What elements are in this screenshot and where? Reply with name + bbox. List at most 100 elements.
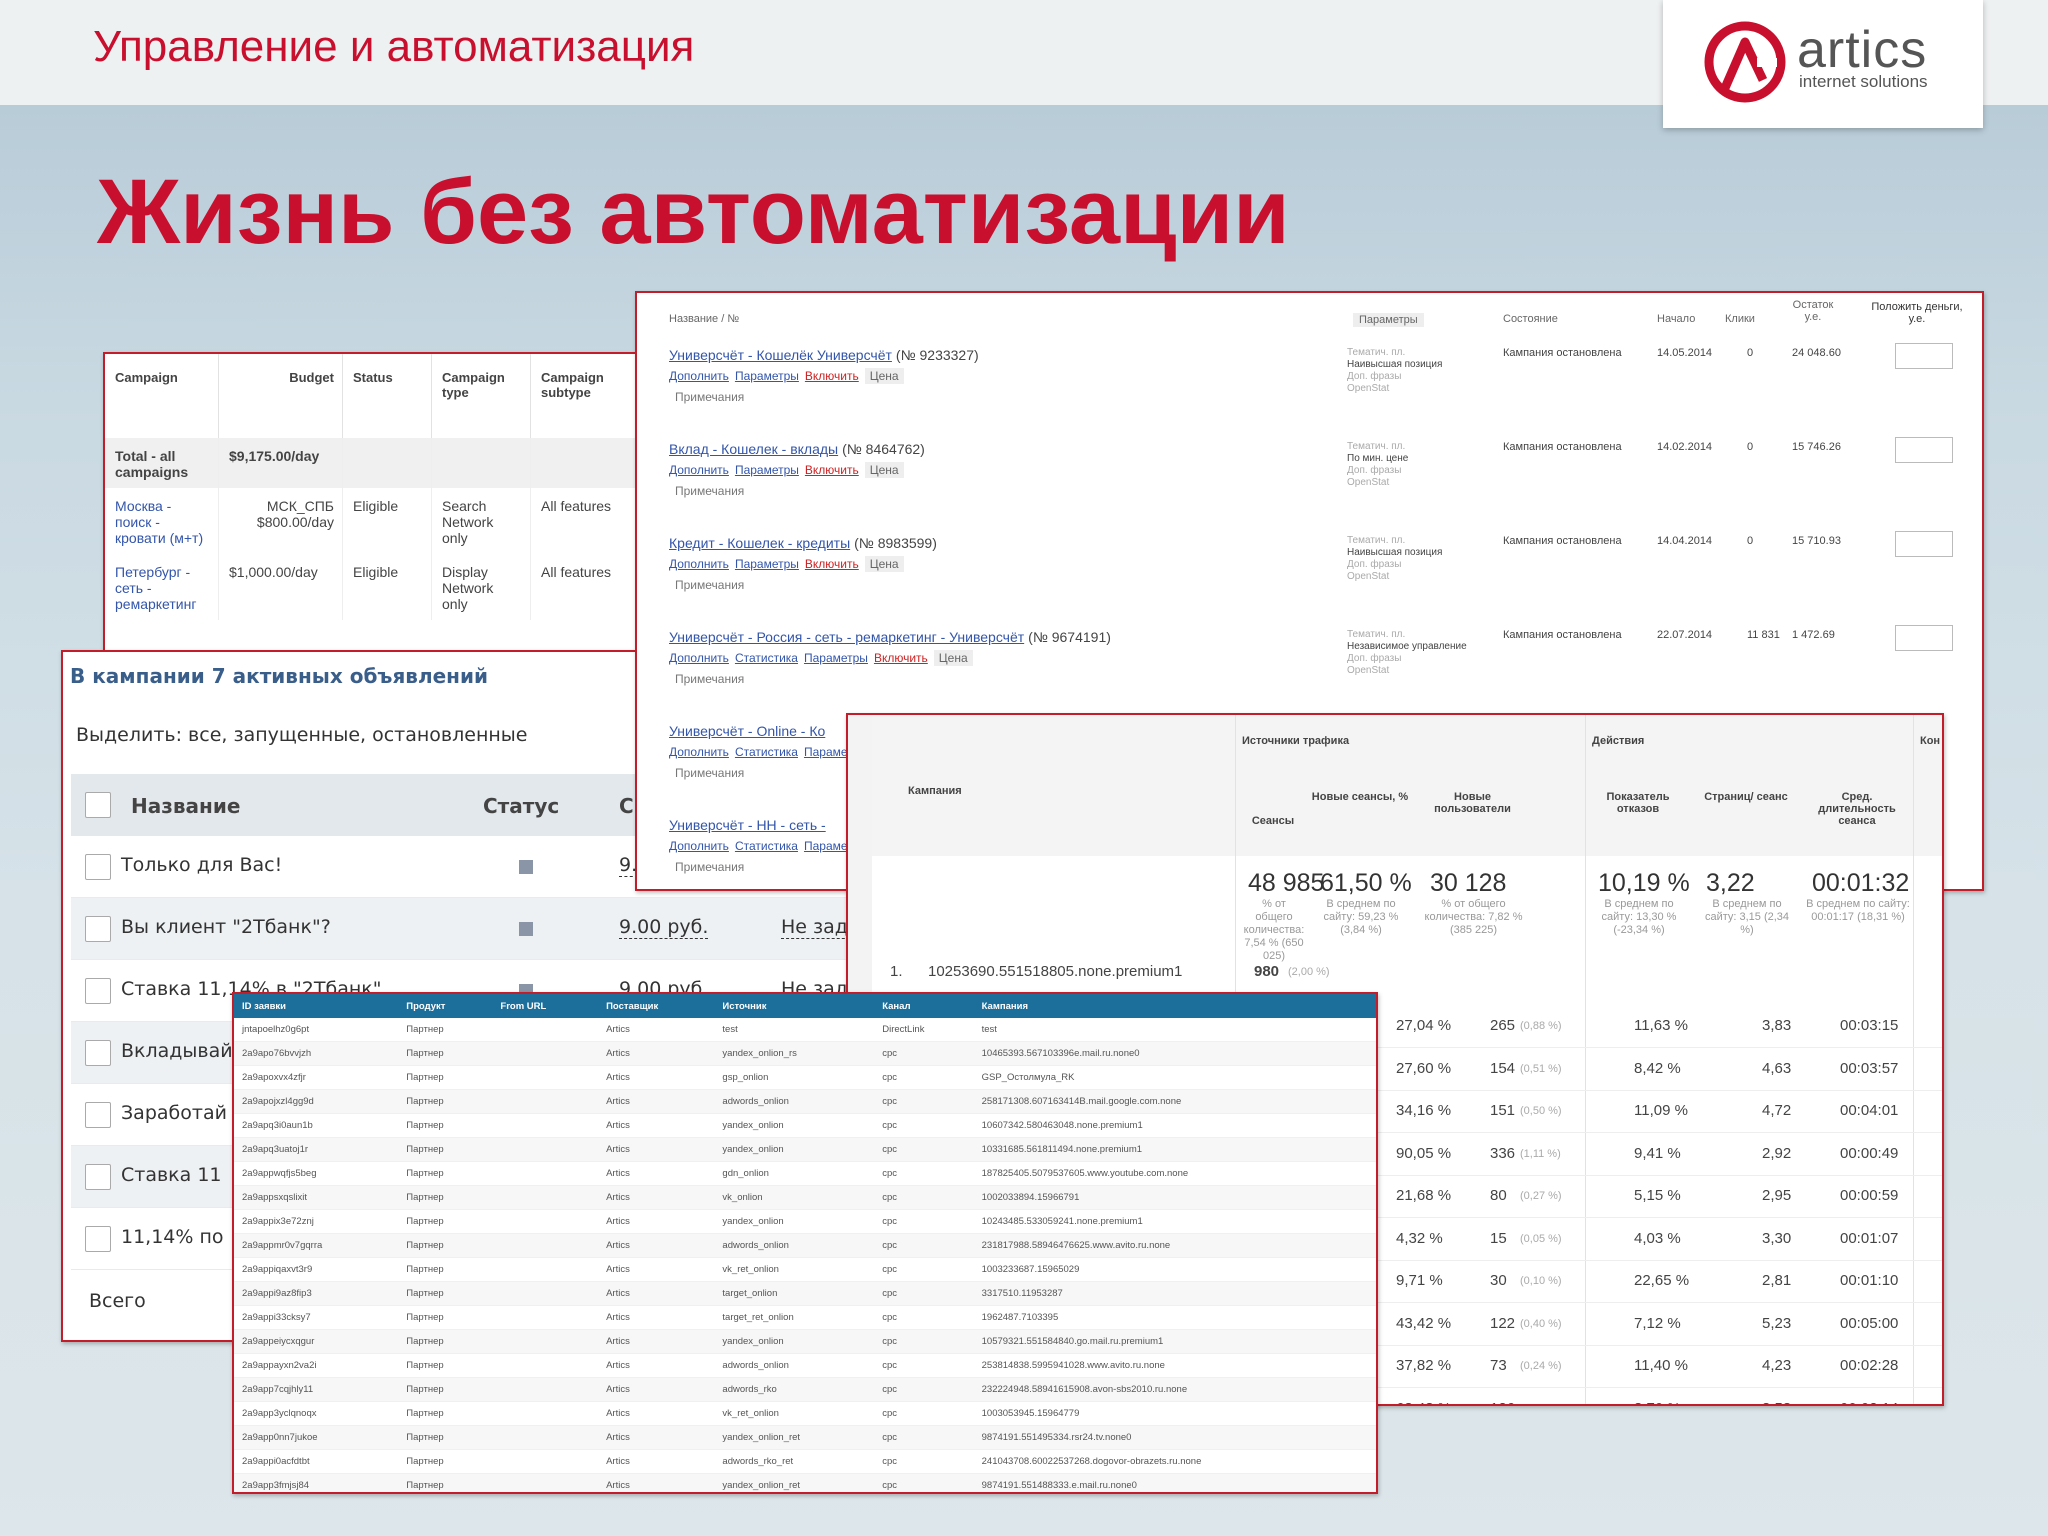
notes-button[interactable]: Примечания [675,578,744,592]
add-link[interactable]: Дополнить [669,369,729,383]
ad-name[interactable]: Вкладывай [121,1040,233,1062]
price-button[interactable]: Цена [933,650,973,666]
leads-col-header[interactable]: From URL [492,994,599,1018]
col-budget[interactable]: Budget [218,354,343,438]
table-cell: Партнер [398,1161,493,1186]
deposit-input[interactable] [1895,531,1953,557]
ad-name[interactable]: Только для Вас! [121,854,282,876]
ad-checkbox[interactable] [85,1040,111,1066]
leads-col-header[interactable]: Канал [874,994,974,1018]
leads-col-header[interactable]: ID заявки [234,994,399,1018]
campaign-link[interactable]: Москва - поиск - кровати (м+т) [115,498,203,546]
leads-col-header[interactable]: Кампания [973,994,1376,1018]
table-cell: 1003053945.15964779 [973,1401,1376,1426]
new-users-pct: (0,24 %) [1520,1360,1562,1372]
ads-total: Всего [89,1290,146,1312]
new-sessions-cell: 37,82 % [1396,1357,1452,1374]
ad-checkbox[interactable] [85,1164,111,1190]
ad-name[interactable]: Заработай [121,1102,227,1124]
params-link[interactable]: Параметры [735,463,799,477]
table-cell: Artics [598,1233,715,1258]
ad-checkbox[interactable] [85,978,111,1004]
campaign-name[interactable]: 10253690.551518805.none.premium1 [928,963,1182,980]
notes-button[interactable]: Примечания [675,766,744,780]
notes-button[interactable]: Примечания [675,860,744,874]
col-params[interactable]: Параметры [1353,313,1424,327]
artics-logo-icon [1704,21,1786,103]
table-cell: Artics [598,1377,715,1402]
campaign-actions: Дополнить Статистика Параметры Включить Цена [669,650,979,666]
campaign-link[interactable]: Вклад - Кошелек - вклады [669,441,838,457]
table-cell: 2a9apq3uatoj1r [234,1137,399,1162]
params-link[interactable]: Параметры [804,651,868,665]
ad-checkbox[interactable] [85,916,111,942]
ad-name[interactable]: 11,14% по [121,1226,224,1248]
campaign-link[interactable]: Универсчёт - Кошелёк Универсчёт [669,347,892,363]
enable-link[interactable]: Включить [874,651,928,665]
ad-checkbox[interactable] [85,1226,111,1252]
campaign-link[interactable]: Универсчёт - НН - сеть - [669,817,826,833]
metric-header[interactable]: Новые сеансы, % [1310,791,1410,803]
metric-header[interactable]: Новые пользователи [1420,791,1525,815]
add-link[interactable]: Дополнить [669,745,729,759]
campaign-link[interactable]: Кредит - Кошелек - кредиты [669,535,850,551]
leads-col-header[interactable]: Поставщик [598,994,715,1018]
col-name[interactable]: Название [131,794,240,818]
new-users-pct: (0,50 %) [1520,1105,1562,1117]
price-button[interactable]: Цена [864,556,904,572]
metric-header[interactable]: Показатель отказов [1588,791,1688,815]
table-cell [492,1353,599,1378]
price-button[interactable]: Цена [864,368,904,384]
ad-name[interactable]: Вы клиент "2Тбанк"? [121,916,331,938]
metric-header[interactable]: Сеансы [1238,815,1308,827]
add-link[interactable]: Дополнить [669,839,729,853]
table-cell: test [714,1018,875,1042]
col-status[interactable]: Статус [483,794,559,818]
campaign-number: (№ 9674191) [1028,629,1111,645]
enable-link[interactable]: Включить [805,369,859,383]
col-campaign-type[interactable]: Campaign type [431,354,531,438]
params-link[interactable]: Параметры [735,369,799,383]
stats-link[interactable]: Статистика [735,745,798,759]
notes-button[interactable]: Примечания [675,484,744,498]
ad-name[interactable]: Ставка 11 [121,1164,222,1186]
campaign-params: Тематич. пл. Независимое управление Доп. ф… [1347,629,1487,677]
deposit-input[interactable] [1895,625,1953,651]
add-link[interactable]: Дополнить [669,651,729,665]
campaign-link[interactable]: Универсчёт - Россия - сеть - ремаркетинг… [669,629,1024,645]
enable-link[interactable]: Включить [805,557,859,571]
campaign-link[interactable]: Петербург - сеть - ремаркетинг [115,564,196,612]
ad-checkbox[interactable] [85,1102,111,1128]
ads-select-filter[interactable]: Выделить: все, запущенные, остановленные [76,724,527,746]
add-link[interactable]: Дополнить [669,557,729,571]
ad-checkbox[interactable] [85,854,111,880]
params-link[interactable]: Параметры [735,557,799,571]
price-button[interactable]: Цена [864,462,904,478]
leads-panel: ID заявки Продукт From URL Поставщик Источни… [232,992,1378,1494]
metric-header[interactable]: Сред. длительность сеанса [1802,791,1912,827]
add-link[interactable]: Дополнить [669,463,729,477]
ad-price[interactable]: 9.00 руб. [619,916,709,939]
bounce-cell: 5,15 % [1634,1187,1681,1204]
select-all-checkbox[interactable] [85,792,111,818]
pages-cell: 4,63 [1762,1059,1792,1077]
enable-link[interactable]: Включить [805,463,859,477]
metric-header[interactable]: Страниц/ сеанс [1696,791,1796,803]
campaign-row: Универсчёт - Кошелёк Универсчёт (№ 923332… [637,343,1982,441]
col-clicks: Клики [1725,313,1755,325]
stats-link[interactable]: Статистика [735,839,798,853]
deposit-input[interactable] [1895,437,1953,463]
notes-button[interactable]: Примечания [675,390,744,404]
new-users-pct: (0,42 %) [1520,1403,1562,1405]
col-campaign[interactable]: Campaign [105,354,219,438]
table-cell: Artics [598,1161,715,1186]
notes-button[interactable]: Примечания [675,672,744,686]
deposit-input[interactable] [1895,343,1953,369]
stats-link[interactable]: Статистика [735,651,798,665]
leads-col-header[interactable]: Продукт [398,994,493,1018]
col-status[interactable]: Status [342,354,432,438]
col-campaign[interactable]: Кампания [908,785,962,797]
campaign-link[interactable]: Универсчёт - Online - Ко [669,723,825,739]
leads-col-header[interactable]: Источник [714,994,875,1018]
budget-cell: $1,000.00/day [218,554,343,620]
